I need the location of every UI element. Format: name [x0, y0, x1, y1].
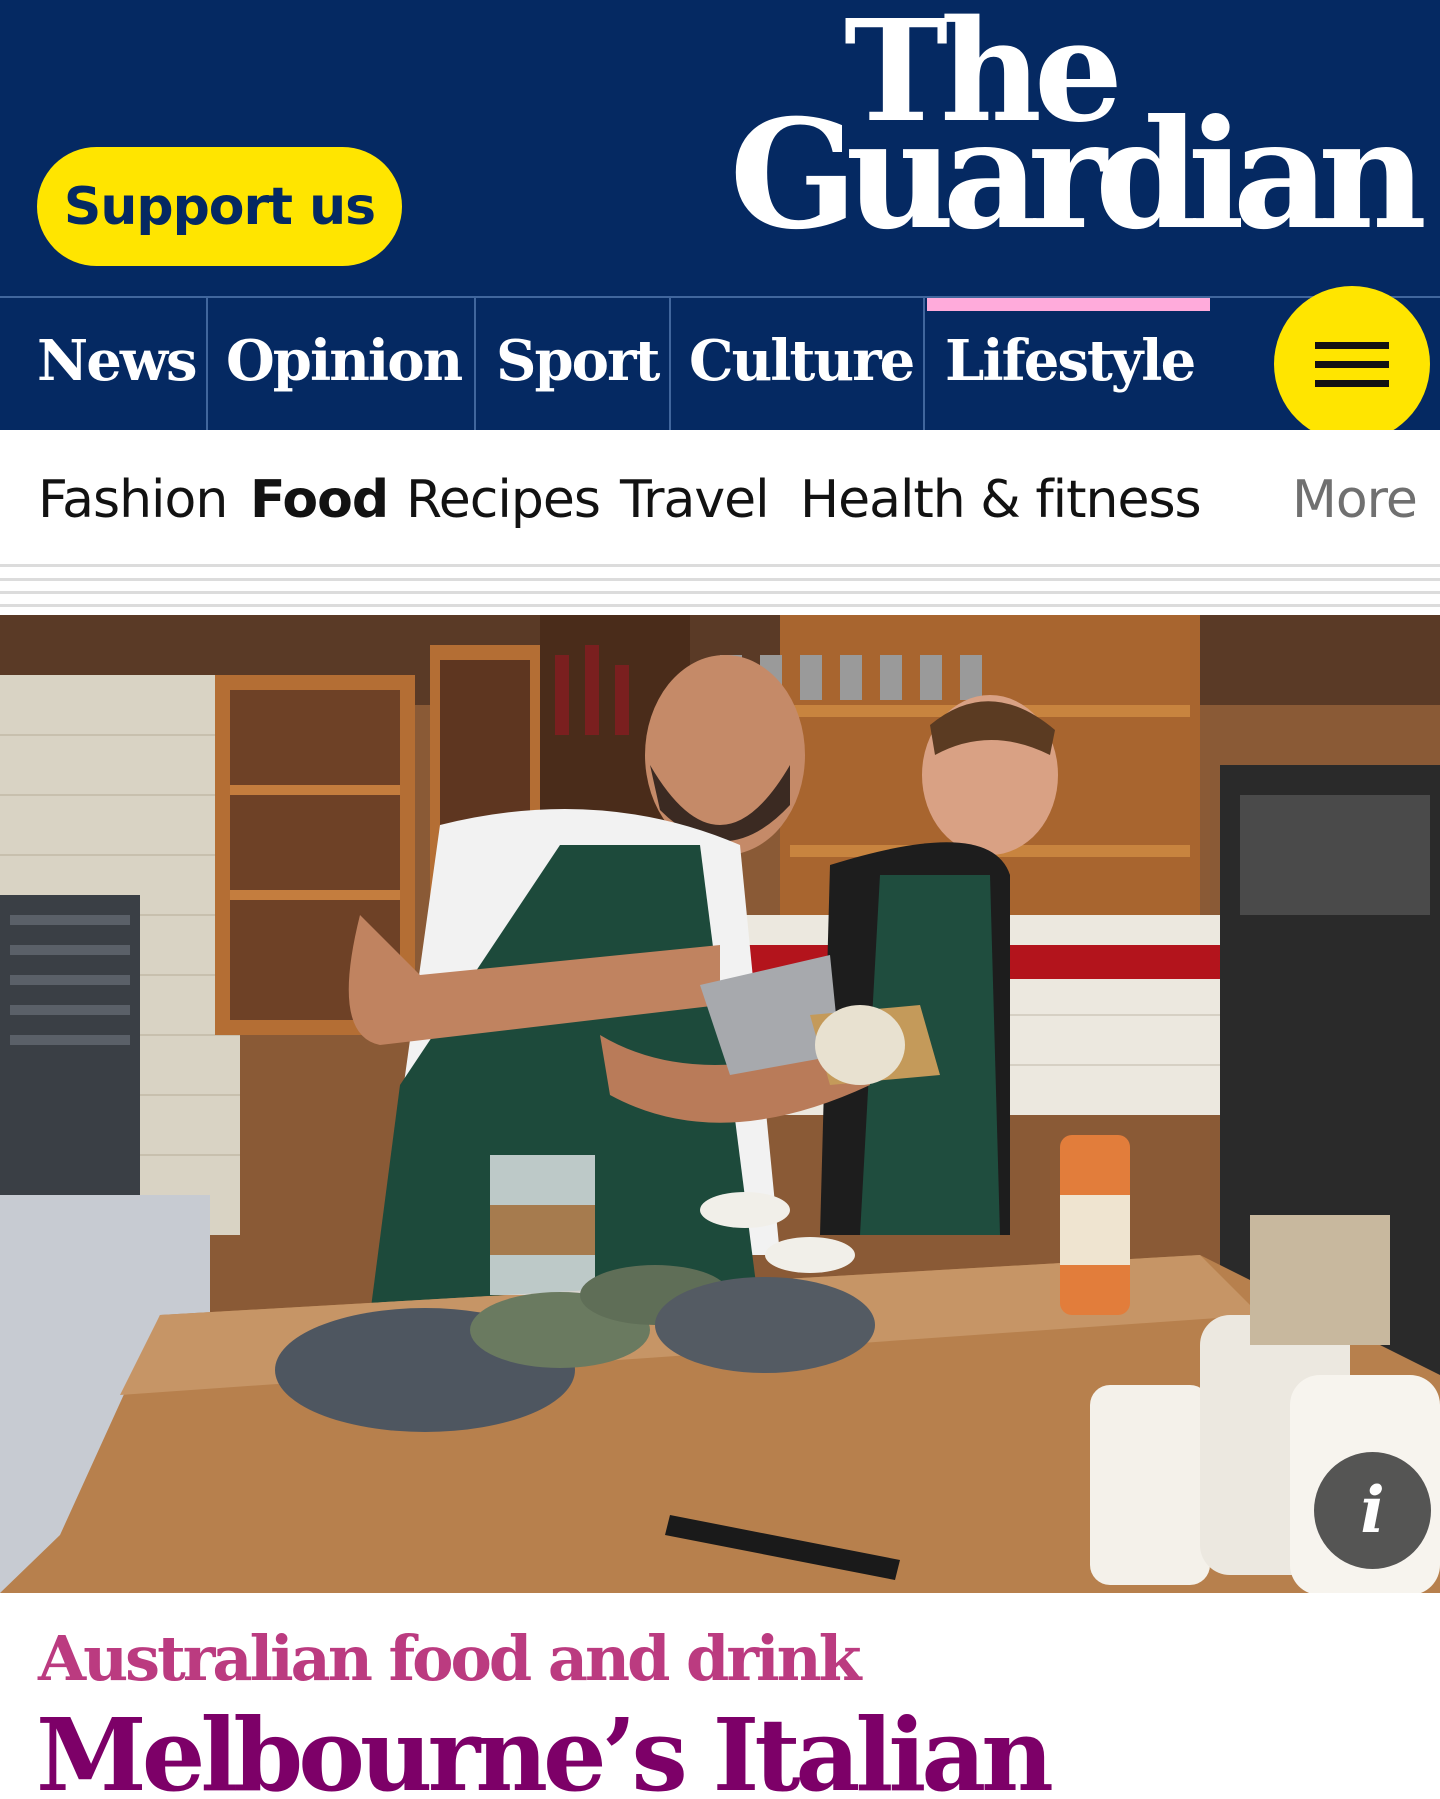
subnav-health-fitness[interactable]: Health & fitness — [800, 470, 1202, 530]
subnav-more[interactable]: More — [1292, 470, 1418, 530]
subnav-fashion[interactable]: Fashion — [38, 470, 228, 530]
subnav-food[interactable]: Food — [250, 470, 389, 530]
support-us-button[interactable]: Support us — [37, 147, 402, 266]
pillar-nav: News Opinion Sport Culture Lifestyle — [0, 296, 1440, 430]
caption-info-button[interactable]: i — [1314, 1452, 1431, 1569]
pillar-news[interactable]: News — [0, 298, 208, 430]
subnav-travel[interactable]: Travel — [620, 470, 770, 530]
pillar-sport[interactable]: Sport — [476, 298, 671, 430]
pillar-opinion[interactable]: Opinion — [208, 298, 476, 430]
article-headline: Melbourne’s Italian — [36, 1696, 1054, 1799]
hero-image — [0, 615, 1440, 1593]
lifestyle-subnav: Fashion Food Recipes Travel Health & fit… — [0, 430, 1440, 567]
guardian-logo[interactable]: The Guardian — [680, 0, 1427, 263]
article-kicker[interactable]: Australian food and drink — [38, 1622, 862, 1695]
subnav-recipes[interactable]: Recipes — [406, 470, 601, 530]
menu-button[interactable] — [1274, 286, 1430, 442]
menu-icon-line — [1315, 342, 1389, 349]
section-divider — [0, 578, 1440, 608]
logo-line-guardian: Guardian — [729, 87, 1427, 263]
masthead: Support us The Guardian — [0, 0, 1440, 296]
menu-icon-line — [1315, 380, 1389, 387]
pillar-culture[interactable]: Culture — [671, 298, 925, 430]
menu-icon-line — [1315, 361, 1389, 368]
pillar-lifestyle[interactable]: Lifestyle — [925, 298, 1225, 430]
